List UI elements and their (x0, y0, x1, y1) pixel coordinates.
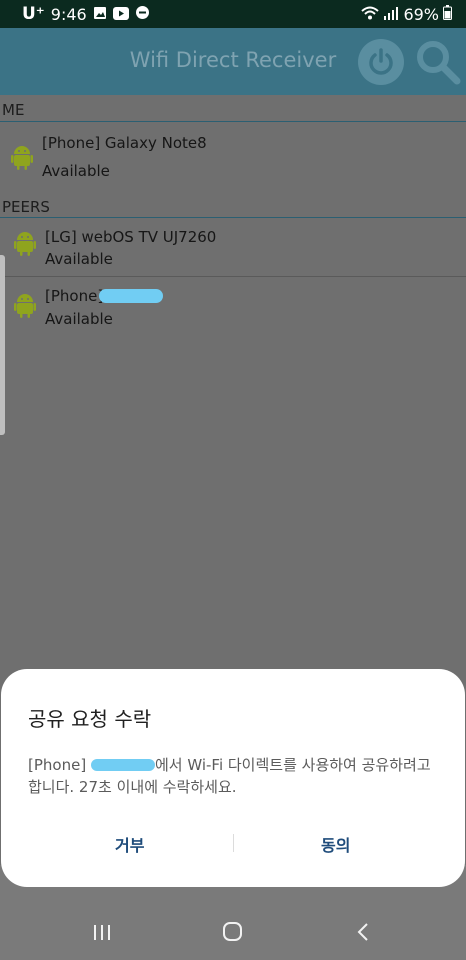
redaction-mark (90, 759, 155, 771)
home-icon (223, 922, 242, 941)
redaction-mark (99, 289, 163, 303)
list-item[interactable]: [LG] webOS TV UJ7260 Available (0, 218, 466, 275)
home-button[interactable] (220, 919, 246, 949)
section-header-me: ME (2, 101, 25, 119)
back-button[interactable] (352, 919, 376, 949)
battery-percent: 69% (403, 4, 439, 24)
list-item[interactable]: [Phone] Galaxy Note8 Available (0, 122, 466, 188)
accept-button[interactable]: 동의 (321, 832, 350, 856)
android-icon (14, 292, 36, 322)
edge-panel-handle[interactable] (0, 255, 5, 435)
clock: 9:46 (50, 4, 87, 24)
device-status: Available (45, 310, 113, 328)
share-request-dialog: 공유 요청 수락 [Phone] 에서 Wi-Fi 다이렉트를 사용하여 공유하… (1, 669, 465, 887)
carrier-label: U⁺ (22, 4, 45, 24)
wifi-icon (361, 5, 380, 24)
search-icon (417, 41, 461, 85)
list-item[interactable]: [Phone] Available (0, 277, 466, 335)
app-bar: Wifi Direct Receiver (0, 28, 466, 95)
power-icon (369, 48, 393, 75)
android-icon (11, 144, 33, 174)
dialog-message: [Phone] 에서 Wi-Fi 다이렉트를 사용하여 공유하려고 합니다. 2… (28, 754, 448, 798)
navigation-bar (0, 905, 466, 960)
deny-button[interactable]: 거부 (115, 832, 144, 856)
signal-icon (383, 5, 399, 24)
dialog-title: 공유 요청 수락 (28, 707, 152, 731)
button-divider (233, 834, 234, 852)
youtube-icon (112, 5, 129, 24)
android-icon (14, 230, 36, 260)
section-header-peers: PEERS (2, 198, 50, 216)
battery-icon (443, 4, 452, 24)
recents-button[interactable] (90, 919, 114, 949)
device-name: [LG] webOS TV UJ7260 (45, 228, 217, 246)
device-name: [Phone] (45, 287, 104, 305)
message-prefix: [Phone] (28, 756, 87, 774)
message-icon (135, 5, 150, 24)
search-button[interactable] (413, 37, 463, 87)
device-status: Available (42, 162, 110, 180)
status-bar: U⁺ 9:46 69% (0, 0, 466, 28)
power-button[interactable] (358, 39, 404, 85)
device-name: [Phone] Galaxy Note8 (42, 134, 207, 152)
device-status: Available (45, 250, 113, 268)
gallery-icon (93, 5, 107, 24)
recents-icon (94, 925, 110, 940)
message-suffix: 에서 Wi-Fi 다이렉트를 사용하여 공유하려고 합니다. 27초 이내에 수… (28, 756, 431, 796)
back-icon (357, 923, 368, 941)
